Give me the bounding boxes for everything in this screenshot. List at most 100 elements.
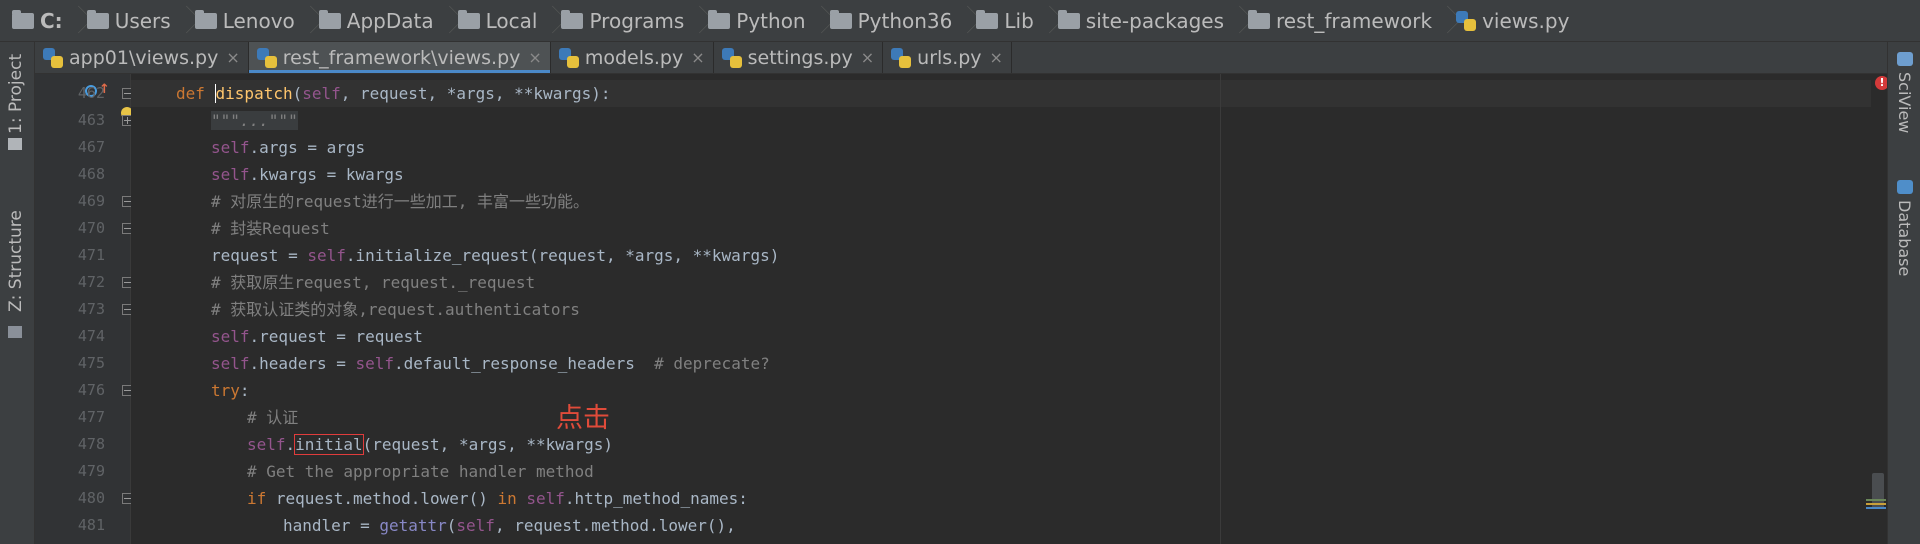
code-line[interactable]: def dispatch(self, request, *args, **kwa… [131, 80, 610, 107]
breadcrumb: C: Users Lenovo AppData Local Programs Python P… [0, 0, 1920, 42]
python-file-icon [1456, 10, 1477, 31]
folder-icon [457, 9, 480, 29]
line-number[interactable]: 467 [35, 134, 105, 161]
tab-label: app01\views.py [69, 46, 219, 69]
python-file-icon [256, 47, 277, 68]
code-line[interactable]: # 认证 [131, 404, 298, 431]
breadcrumb-separator-icon [301, 0, 313, 41]
scroll-marker[interactable] [1866, 499, 1886, 501]
database-icon [1897, 180, 1913, 194]
tab-label: settings.py [747, 46, 853, 69]
line-number[interactable]: 463 [35, 107, 105, 134]
close-icon[interactable]: × [990, 48, 1003, 67]
breadcrumb-separator-icon [812, 0, 824, 41]
editor-tab[interactable]: models.py × [551, 42, 714, 73]
scroll-marker[interactable] [1866, 503, 1886, 505]
code-line[interactable]: if request.method.lower() in self.http_m… [131, 485, 748, 512]
breadcrumb-separator-icon [958, 0, 970, 41]
project-tab-label: 1: Project [6, 53, 26, 134]
line-number[interactable]: 476 [35, 377, 105, 404]
line-number[interactable]: 477 [35, 404, 105, 431]
code-line[interactable]: # 获取原生request, request._request [131, 269, 535, 296]
folder-icon [1057, 9, 1080, 29]
sciview-tab-label: SciView [1895, 72, 1914, 134]
code-line[interactable]: self.args = args [131, 134, 365, 161]
breadcrumb-label: views.py [1482, 8, 1570, 33]
breadcrumb-item[interactable]: Programs [561, 0, 708, 41]
database-tab-label: Database [1895, 200, 1914, 277]
breadcrumb-item[interactable]: Lib [976, 0, 1057, 41]
folder-icon [86, 9, 109, 29]
code-line[interactable]: self.headers = self.default_response_hea… [131, 350, 770, 377]
structure-tool-window-button[interactable]: Z: Structure [0, 192, 34, 352]
tab-label: models.py [584, 46, 684, 69]
breadcrumb-item[interactable]: views.py [1456, 0, 1570, 41]
breadcrumb-label: Users [114, 8, 171, 33]
editor-gutter: ↑ 462 463 467 468 469 470 471 472 473 474 475 476 47… [35, 74, 133, 544]
breadcrumb-label: Programs [589, 8, 685, 33]
line-number[interactable]: 472 [35, 269, 105, 296]
database-tool-window-button[interactable]: Database [1888, 172, 1920, 312]
editor-tab[interactable]: app01\views.py × [35, 42, 249, 73]
folder-icon [12, 9, 34, 29]
breadcrumb-item[interactable]: site-packages [1057, 0, 1248, 41]
breadcrumb-label: rest_framework [1276, 8, 1433, 33]
line-number[interactable]: 480 [35, 485, 105, 512]
scroll-marker[interactable] [1866, 507, 1886, 509]
folder-icon [561, 9, 584, 29]
breadcrumb-item[interactable]: Python [708, 0, 829, 41]
line-number[interactable]: 471 [35, 242, 105, 269]
editor-tab[interactable]: rest_framework\views.py × [248, 42, 551, 73]
line-number[interactable]: 474 [35, 323, 105, 350]
code-line[interactable]: self.kwargs = kwargs [131, 161, 404, 188]
code-editor[interactable]: def dispatch(self, request, *args, **kwa… [131, 74, 1887, 544]
sciview-icon [1897, 52, 1913, 66]
highlighted-initial-call[interactable]: initial [294, 434, 364, 455]
python-file-icon [721, 47, 742, 68]
breadcrumb-item[interactable]: Lenovo [194, 0, 319, 41]
line-number[interactable]: 473 [35, 296, 105, 323]
breadcrumb-item[interactable]: Local [457, 0, 562, 41]
breadcrumb-item[interactable]: rest_framework [1248, 0, 1456, 41]
code-line[interactable]: self.request = request [131, 323, 423, 350]
breadcrumb-separator-icon [690, 0, 702, 41]
python-file-icon [43, 47, 63, 68]
code-line[interactable]: try: [131, 377, 250, 404]
editor-tab[interactable]: settings.py × [714, 42, 884, 73]
close-icon[interactable]: × [226, 48, 239, 67]
breadcrumb-separator-icon [543, 0, 555, 41]
close-icon[interactable]: × [528, 48, 541, 67]
breadcrumb-item[interactable]: Python36 [829, 0, 977, 41]
line-number[interactable]: 468 [35, 161, 105, 188]
breadcrumb-item[interactable]: Users [86, 0, 195, 41]
code-line[interactable]: # 获取认证类的对象,request.authenticators [131, 296, 580, 323]
code-line[interactable]: # 封装Request [131, 215, 330, 242]
right-margin-guide [1220, 74, 1221, 544]
close-icon[interactable]: × [861, 48, 874, 67]
line-number[interactable]: 479 [35, 458, 105, 485]
editor-tab[interactable]: urls.py × [883, 42, 1012, 73]
project-tool-window-button[interactable]: 1: Project [0, 42, 34, 150]
line-number[interactable]: 469 [35, 188, 105, 215]
code-line[interactable]: handler = getattr(self, request.method.l… [131, 512, 736, 539]
line-number[interactable]: 475 [35, 350, 105, 377]
code-line[interactable]: """...""" [131, 107, 298, 134]
folder-icon [829, 9, 852, 29]
click-annotation: 点击 [556, 403, 610, 434]
code-line[interactable]: # Get the appropriate handler method [131, 458, 594, 485]
breadcrumb-item[interactable]: AppData [318, 0, 458, 41]
breadcrumb-item[interactable]: C: [12, 0, 87, 41]
code-line[interactable]: self.initial(request, *args, **kwargs) [131, 431, 613, 458]
folder-icon [194, 9, 217, 29]
line-number[interactable]: 478 [35, 431, 105, 458]
right-tool-stripe: SciView Database [1887, 42, 1920, 544]
sciview-tool-window-button[interactable]: SciView [1888, 42, 1920, 152]
error-indicator-icon[interactable]: ! [1875, 76, 1887, 90]
line-number[interactable]: 481 [35, 512, 105, 539]
line-number[interactable]: 462 [35, 80, 105, 107]
code-line[interactable]: request = self.initialize_request(reques… [131, 242, 779, 269]
close-icon[interactable]: × [691, 48, 704, 67]
breadcrumb-separator-icon [177, 0, 189, 41]
code-line[interactable]: # 对原生的request进行一些加工, 丰富一些功能。 [131, 188, 589, 215]
line-number[interactable]: 470 [35, 215, 105, 242]
